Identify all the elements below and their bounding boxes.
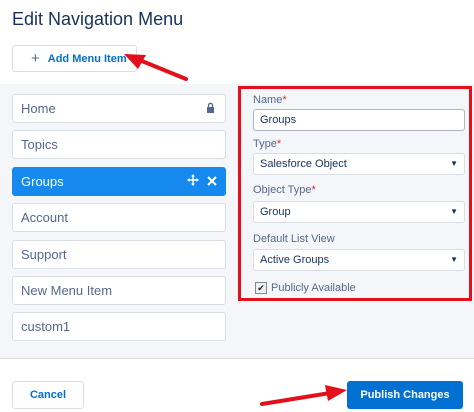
annotation-arrow-publish — [260, 385, 347, 406]
dropdown-caret-icon: ▼ — [450, 159, 458, 168]
object-type-select-value: Group — [260, 206, 291, 218]
add-menu-item-button[interactable]: + Add Menu Item — [12, 45, 137, 72]
menu-item-label: Groups — [21, 173, 64, 189]
dropdown-caret-icon: ▼ — [450, 255, 458, 264]
publish-changes-button[interactable]: Publish Changes — [347, 381, 463, 409]
menu-item-new-menu-item[interactable]: New Menu Item — [12, 275, 226, 305]
menu-item-topics[interactable]: Topics — [12, 130, 226, 160]
object-type-label: Object Type* — [253, 184, 316, 196]
default-list-view-select-value: Active Groups — [260, 254, 330, 266]
add-menu-item-label: Add Menu Item — [47, 52, 127, 65]
close-icon[interactable] — [207, 174, 217, 189]
menu-item-label: custom1 — [21, 319, 71, 335]
default-list-view-select[interactable]: Active Groups ▼ — [253, 249, 465, 271]
dropdown-caret-icon: ▼ — [450, 207, 458, 216]
type-label-text: Type — [253, 138, 277, 150]
name-label: Name* — [253, 94, 287, 106]
publicly-available-row: ✔ Publicly Available — [255, 282, 356, 294]
required-marker: * — [282, 94, 287, 106]
default-list-view-label: Default List View — [253, 233, 335, 245]
cancel-button[interactable]: Cancel — [12, 381, 84, 409]
footer-divider — [0, 358, 474, 359]
menu-item-properties-form: Name* Groups Type* Salesforce Object ▼ O… — [238, 86, 472, 301]
menu-item-label: Topics — [21, 137, 58, 153]
menu-item-label: Home — [21, 101, 56, 116]
name-input[interactable]: Groups — [253, 109, 465, 131]
menu-item-groups[interactable]: Groups — [12, 166, 226, 196]
publicly-available-label: Publicly Available — [271, 282, 356, 294]
required-marker: * — [311, 184, 316, 196]
name-label-text: Name — [253, 94, 283, 106]
menu-item-account[interactable]: Account — [12, 203, 226, 233]
lock-icon — [206, 102, 215, 116]
menu-item-label: Account — [21, 210, 68, 226]
required-marker: * — [276, 138, 282, 150]
object-type-label-text: Object Type — [253, 184, 312, 196]
name-input-value: Groups — [260, 114, 297, 126]
menu-item-label: New Menu Item — [21, 282, 113, 298]
menu-item-list: Home Topics Groups Account Support New M… — [12, 94, 226, 349]
menu-item-home[interactable]: Home — [12, 94, 226, 123]
page-title: Edit Navigation Menu — [12, 9, 184, 29]
menu-item-support[interactable]: Support — [12, 239, 226, 269]
menu-item-label: Support — [21, 246, 67, 262]
plus-icon: + — [31, 50, 40, 67]
type-label: Type* — [253, 138, 281, 150]
menu-item-custom1[interactable]: custom1 — [12, 312, 226, 342]
type-select-value: Salesforce Object — [260, 158, 347, 170]
object-type-select[interactable]: Group ▼ — [253, 201, 465, 223]
type-select[interactable]: Salesforce Object ▼ — [253, 153, 465, 175]
publicly-available-checkbox[interactable]: ✔ — [255, 282, 267, 294]
move-icon[interactable] — [187, 173, 199, 189]
